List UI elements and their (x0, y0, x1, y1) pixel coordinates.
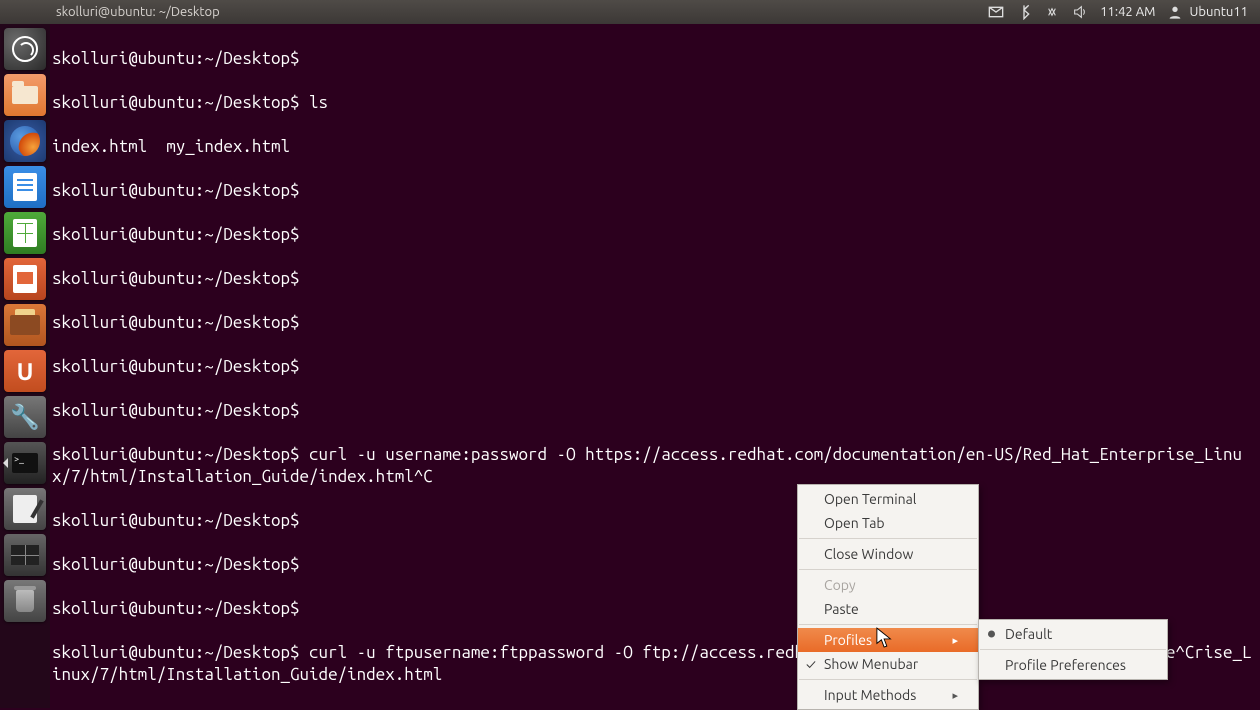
radio-icon (988, 631, 995, 638)
profiles-submenu: Default Profile Preferences (978, 619, 1168, 680)
menu-separator (799, 624, 977, 625)
bluetooth-icon[interactable] (1016, 4, 1032, 20)
menu-separator (799, 538, 977, 539)
terminal-line: skolluri@ubuntu:~/Desktop$ (52, 510, 1258, 532)
menu-profiles[interactable]: Profiles▸ (798, 628, 978, 652)
calc-icon[interactable] (4, 212, 46, 254)
menu-separator (980, 649, 1166, 650)
terminal-line: skolluri@ubuntu:~/Desktop$ curl -u usern… (52, 444, 1258, 488)
terminal-line: skolluri@ubuntu:~/Desktop$ (52, 400, 1258, 422)
menu-profile-preferences[interactable]: Profile Preferences (979, 653, 1167, 677)
window-title: skolluri@ubuntu: ~/Desktop (0, 5, 220, 19)
menu-open-terminal[interactable]: Open Terminal (798, 487, 978, 511)
menu-open-tab[interactable]: Open Tab (798, 511, 978, 535)
terminal-context-menu: Open Terminal Open Tab Close Window Copy… (797, 484, 979, 710)
impress-icon[interactable] (4, 258, 46, 300)
trash-icon[interactable] (4, 580, 46, 622)
menu-separator (799, 679, 977, 680)
settings-icon[interactable]: 🔧 (4, 396, 46, 438)
check-icon: ✓ (806, 656, 816, 672)
chevron-right-icon: ▸ (952, 634, 958, 647)
clock[interactable]: 11:42 AM (1100, 5, 1155, 19)
terminal-line: skolluri@ubuntu:~/Desktop$ (52, 312, 1258, 334)
mail-icon[interactable] (988, 4, 1004, 20)
menu-paste[interactable]: Paste (798, 597, 978, 621)
unity-launcher: U 🔧 >_ (0, 24, 50, 708)
gedit-icon[interactable] (4, 488, 46, 530)
software-center-icon[interactable] (4, 304, 46, 346)
user-name: Ubuntu11 (1189, 5, 1248, 19)
menu-profile-default[interactable]: Default (979, 622, 1167, 646)
user-menu[interactable]: Ubuntu11 (1167, 4, 1248, 20)
terminal-output[interactable]: skolluri@ubuntu:~/Desktop$ skolluri@ubun… (50, 24, 1260, 708)
terminal-icon[interactable]: >_ (4, 442, 46, 484)
menu-separator (799, 569, 977, 570)
terminal-line: skolluri@ubuntu:~/Desktop$ (52, 598, 1258, 620)
top-menubar: skolluri@ubuntu: ~/Desktop 11:42 AM Ubun… (0, 0, 1260, 24)
files-icon[interactable] (4, 74, 46, 116)
terminal-line: skolluri@ubuntu:~/Desktop$ (52, 554, 1258, 576)
terminal-line: skolluri@ubuntu:~/Desktop$ (52, 356, 1258, 378)
terminal-line: index.html my_index.html (52, 136, 1258, 158)
workspace-switcher-icon[interactable] (4, 534, 46, 576)
menu-show-menubar[interactable]: ✓ Show Menubar (798, 652, 978, 676)
firefox-icon[interactable] (4, 120, 46, 162)
terminal-line: skolluri@ubuntu:~/Desktop$ ls (52, 92, 1258, 114)
network-icon[interactable] (1044, 4, 1060, 20)
menu-input-methods[interactable]: Input Methods▸ (798, 683, 978, 707)
menu-copy: Copy (798, 573, 978, 597)
ubuntu-one-icon[interactable]: U (4, 350, 46, 392)
writer-icon[interactable] (4, 166, 46, 208)
terminal-line: skolluri@ubuntu:~/Desktop$ (52, 48, 1258, 70)
terminal-line: skolluri@ubuntu:~/Desktop$ (52, 268, 1258, 290)
chevron-right-icon: ▸ (952, 689, 958, 702)
terminal-line: skolluri@ubuntu:~/Desktop$ (52, 224, 1258, 246)
indicator-area: 11:42 AM Ubuntu11 (988, 4, 1260, 20)
dash-icon[interactable] (4, 28, 46, 70)
volume-icon[interactable] (1072, 4, 1088, 20)
terminal-line: skolluri@ubuntu:~/Desktop$ (52, 180, 1258, 202)
menu-close-window[interactable]: Close Window (798, 542, 978, 566)
